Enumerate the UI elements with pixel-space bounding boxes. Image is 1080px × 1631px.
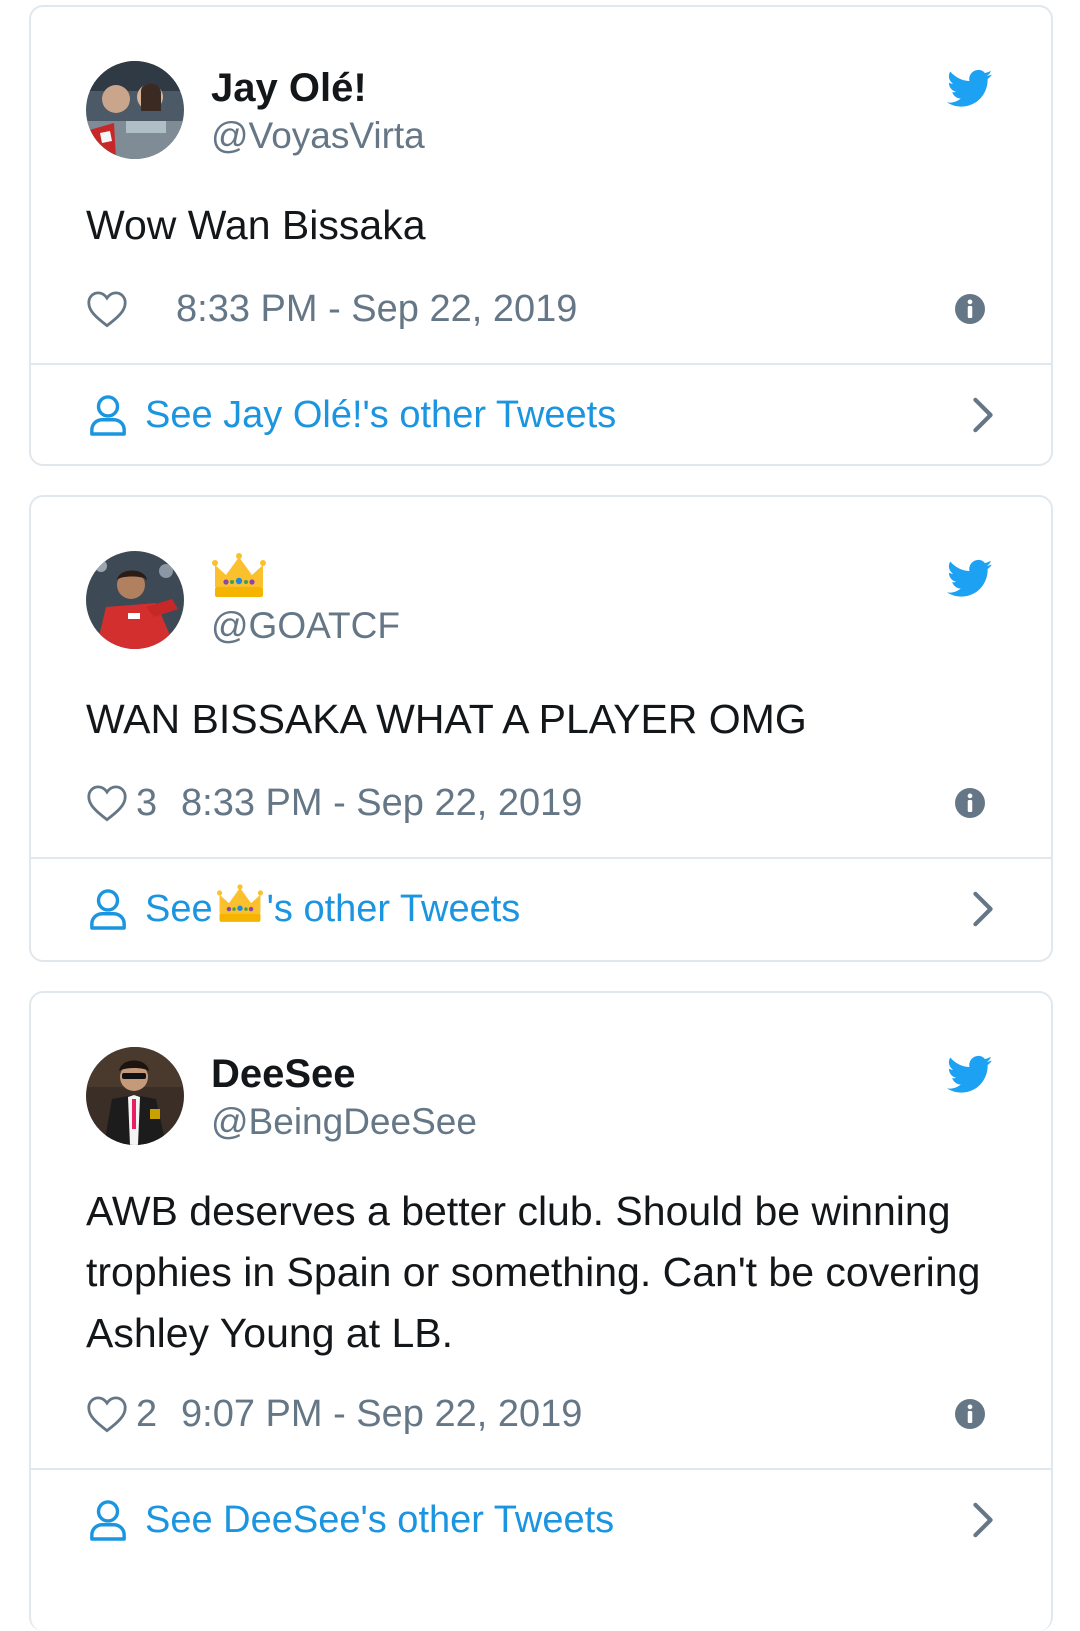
user-handle[interactable]: @VoyasVirta [211,115,425,157]
tweet-card: DeeSee @BeingDeeSee AWB deserves a bette… [29,991,1053,1631]
user-handle[interactable]: @BeingDeeSee [211,1101,477,1143]
person-icon [89,1499,127,1541]
heart-icon[interactable] [86,783,128,823]
like-count: 2 [136,1392,158,1435]
chevron-right-icon [971,890,995,928]
footer-label: See DeeSee's other Tweets [145,1498,615,1541]
tweet-timestamp[interactable]: 9:07 PM - Sep 22, 2019 [181,1393,582,1436]
avatar[interactable] [86,551,184,649]
tweet-meta: 3 8:33 PM - Sep 22, 2019 [86,778,991,828]
tweet-text: AWB deserves a better club. Should be wi… [86,1188,981,1356]
like-count: 3 [136,781,158,824]
info-icon[interactable] [955,294,985,324]
heart-icon[interactable] [86,289,128,329]
chevron-right-icon [971,396,995,434]
tweet-card: Jay Olé! @VoyasVirta Wow Wan Bissaka 8:3… [29,5,1053,466]
display-name[interactable]: DeeSee [211,1051,356,1097]
tweet-timestamp[interactable]: 8:33 PM - Sep 22, 2019 [181,782,582,825]
footer-label-prefix: See [145,887,213,930]
twitter-bird-icon[interactable] [947,1055,993,1095]
tweet-meta: 8:33 PM - Sep 22, 2019 [86,284,991,334]
avatar[interactable] [86,1047,184,1145]
crown-icon [217,884,263,934]
person-icon [89,888,127,930]
tweet-text: Wow Wan Bissaka [86,202,426,248]
twitter-bird-icon[interactable] [947,69,993,109]
info-icon[interactable] [955,1399,985,1429]
tweet-text: WAN BISSAKA WHAT A PLAYER OMG [86,696,807,742]
display-name[interactable]: Jay Olé! [211,65,367,111]
footer-label-suffix: 's other Tweets [266,887,521,930]
chevron-right-icon [971,1501,995,1539]
tweet-meta: 2 9:07 PM - Sep 22, 2019 [86,1389,991,1439]
user-handle[interactable]: @GOATCF [211,605,400,647]
see-other-tweets-link[interactable]: See DeeSee's other Tweets [31,1470,1051,1570]
footer-label: See Jay Olé!'s other Tweets [145,393,617,436]
info-icon[interactable] [955,788,985,818]
tweet-card: @GOATCF WAN BISSAKA WHAT A PLAYER OMG 3 … [29,495,1053,962]
see-other-tweets-link[interactable]: See Jay Olé!'s other Tweets [31,365,1051,464]
tweet-timestamp[interactable]: 8:33 PM - Sep 22, 2019 [176,288,577,331]
twitter-bird-icon[interactable] [947,559,993,599]
person-icon [89,394,127,436]
avatar[interactable] [86,61,184,159]
see-other-tweets-link[interactable]: See 's other Tweets [31,859,1051,959]
display-name-crown-icon[interactable] [211,553,267,609]
heart-icon[interactable] [86,1394,128,1434]
